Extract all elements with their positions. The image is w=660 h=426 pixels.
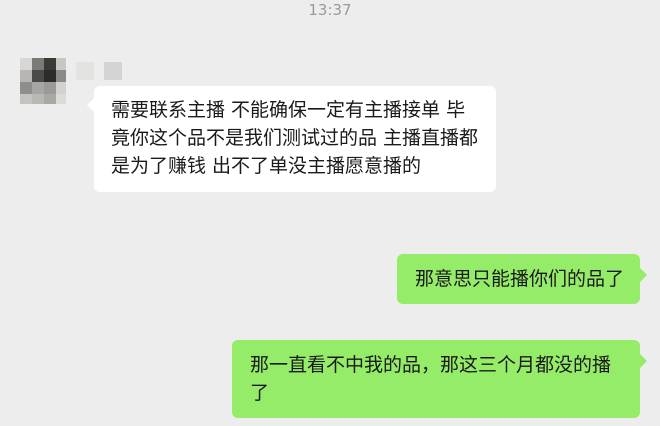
contact-name-blurred xyxy=(76,62,124,82)
outgoing-message-text: 那一直看不中我的品，那这三个月都没的播了 xyxy=(250,354,612,404)
outgoing-message-bubble[interactable]: 那意思只能播你们的品了 xyxy=(396,254,648,304)
incoming-message-bubble[interactable]: 需要联系主播 不能确保一定有主播接单 毕竟你这个品不是我们测试过的品 主播直播都… xyxy=(87,86,496,192)
contact-avatar[interactable] xyxy=(20,58,66,104)
timestamp: 13:37 xyxy=(308,1,352,19)
incoming-message-text: 需要联系主播 不能确保一定有主播接单 毕竟你这个品不是我们测试过的品 主播直播都… xyxy=(111,99,479,177)
blurred-name-icon xyxy=(76,62,124,82)
outgoing-message-bubble[interactable]: 那一直看不中我的品，那这三个月都没的播了 xyxy=(232,340,647,418)
blurred-avatar-icon xyxy=(20,58,66,104)
outgoing-message-text: 那意思只能播你们的品了 xyxy=(414,268,624,290)
